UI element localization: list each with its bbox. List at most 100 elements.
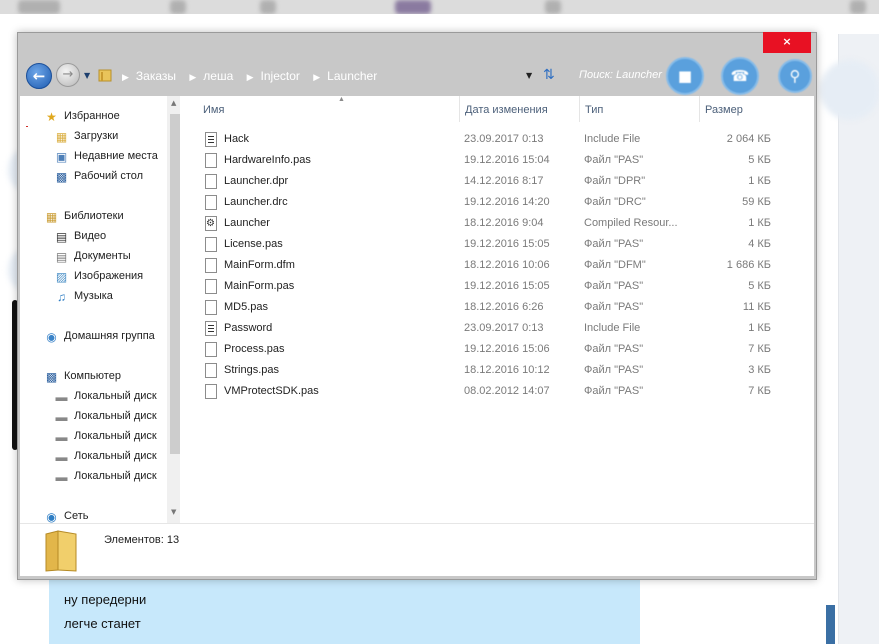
- scroll-up-arrow-icon[interactable]: ▲: [171, 99, 176, 107]
- breadcrumb-separator[interactable]: ▶: [122, 72, 129, 82]
- explorer-window: × ← → ▼ ▶ Заказы ▶ леша ▶ Injector ▶ Launche…: [17, 32, 817, 580]
- nav-item-label: Видео: [74, 230, 107, 242]
- explorer-navigation-bar: ← → ▼ ▶ Заказы ▶ леша ▶ Injector ▶ Launcher …: [18, 57, 816, 97]
- file-row[interactable]: Hack 23.09.2017 0:13 Include File 2 064 …: [183, 129, 783, 150]
- file-row[interactable]: HardwareInfo.pas 19.12.2016 15:04 Файл "…: [183, 150, 783, 171]
- nav-item-local-disk[interactable]: ▬ Локальный диск: [20, 388, 170, 406]
- scroll-down-arrow-icon[interactable]: ▼: [171, 508, 176, 516]
- file-type: Файл "PAS": [584, 238, 644, 250]
- nav-item-label: Локальный диск: [74, 410, 157, 422]
- file-name: Process.pas: [224, 343, 285, 355]
- breadcrumb-item[interactable]: леша: [203, 69, 233, 83]
- nav-item-homegroup[interactable]: ◉ Домашняя группа: [20, 328, 170, 346]
- file-row[interactable]: MainForm.dfm 18.12.2016 10:06 Файл "DFM"…: [183, 255, 783, 276]
- file-icon: [205, 363, 217, 378]
- drive-icon: ▬: [55, 390, 68, 404]
- downloads-folder-icon: ▦: [55, 130, 68, 144]
- scrollbar-thumb[interactable]: [170, 114, 180, 454]
- file-row[interactable]: Process.pas 19.12.2016 15:06 Файл "PAS" …: [183, 339, 783, 360]
- file-row[interactable]: License.pas 19.12.2016 15:05 Файл "PAS" …: [183, 234, 783, 255]
- chat-scrollbar[interactable]: [826, 605, 835, 644]
- window-close-button[interactable]: ×: [763, 32, 811, 53]
- folder-icon: [45, 530, 77, 572]
- file-size: 3 КБ: [748, 364, 771, 376]
- nav-item-video[interactable]: ▤ Видео: [20, 228, 170, 246]
- nav-item-libraries[interactable]: ▦ Библиотеки: [20, 208, 170, 226]
- forward-button[interactable]: →: [56, 63, 80, 87]
- search-icon[interactable]: ⚲: [778, 59, 812, 93]
- nav-item-local-disk[interactable]: ▬ Локальный диск: [20, 448, 170, 466]
- file-row[interactable]: VMProtectSDK.pas 08.02.2012 14:07 Файл "…: [183, 381, 783, 402]
- file-row[interactable]: Launcher 18.12.2016 9:04 Compiled Resour…: [183, 213, 783, 234]
- forward-arrow-icon: →: [62, 67, 74, 82]
- file-type: Файл "DRC": [584, 196, 646, 208]
- drive-icon: ▬: [55, 410, 68, 424]
- nav-item-pictures[interactable]: ▨ Изображения: [20, 268, 170, 286]
- refresh-icon[interactable]: ⇅: [543, 67, 555, 83]
- nav-item-desktop[interactable]: ▩ Рабочий стол: [20, 168, 170, 186]
- drive-icon: ▬: [55, 430, 68, 444]
- column-header-label: Размер: [705, 104, 743, 116]
- search-input[interactable]: Поиск: Launcher: [579, 69, 662, 81]
- pictures-icon: ▨: [55, 270, 68, 284]
- back-button[interactable]: ←: [26, 63, 52, 89]
- file-icon: [205, 384, 217, 399]
- details-pane: Элементов: 13: [20, 523, 814, 576]
- nav-item-label: Локальный диск: [74, 430, 157, 442]
- breadcrumb: ▶ Заказы ▶ леша ▶ Injector ▶ Launcher: [118, 69, 383, 83]
- file-row[interactable]: Password 23.09.2017 0:13 Include File 1 …: [183, 318, 783, 339]
- file-size: 1 КБ: [748, 322, 771, 334]
- file-type: Файл "PAS": [584, 280, 644, 292]
- phone-icon[interactable]: ☎: [721, 57, 759, 95]
- nav-item-network[interactable]: ◉ Сеть: [20, 508, 170, 523]
- background-decoration: [820, 60, 879, 120]
- nav-item-local-disk[interactable]: ▬ Локальный диск: [20, 428, 170, 446]
- file-name: HardwareInfo.pas: [224, 154, 311, 166]
- breadcrumb-separator[interactable]: ▶: [247, 72, 254, 82]
- nav-item-label: Локальный диск: [74, 470, 157, 482]
- column-header-size[interactable]: Размер: [699, 96, 779, 124]
- address-dropdown-button[interactable]: ▼: [526, 71, 532, 80]
- column-header-name[interactable]: Имя ▲: [197, 96, 459, 124]
- nav-item-label: Локальный диск: [74, 390, 157, 402]
- nav-item-label: Локальный диск: [74, 450, 157, 462]
- file-type: Файл "PAS": [584, 343, 644, 355]
- nav-item-label: Изображения: [74, 270, 144, 282]
- file-row[interactable]: MainForm.pas 19.12.2016 15:05 Файл "PAS"…: [183, 276, 783, 297]
- nav-item-computer[interactable]: ▩ Компьютер: [20, 368, 170, 386]
- drive-icon: ▬: [55, 470, 68, 484]
- breadcrumb-item[interactable]: Launcher: [327, 69, 377, 83]
- file-row[interactable]: Launcher.dpr 14.12.2016 8:17 Файл "DPR" …: [183, 171, 783, 192]
- column-header-type[interactable]: Тип: [579, 96, 699, 124]
- file-type: Файл "DFM": [584, 259, 646, 271]
- file-row[interactable]: Strings.pas 18.12.2016 10:12 Файл "PAS" …: [183, 360, 783, 381]
- nav-item-label: Документы: [74, 250, 131, 262]
- file-row[interactable]: MD5.pas 18.12.2016 6:26 Файл "PAS" 11 КБ: [183, 297, 783, 318]
- file-row[interactable]: Launcher.drc 19.12.2016 14:20 Файл "DRC"…: [183, 192, 783, 213]
- video-call-icon[interactable]: ■: [666, 57, 704, 95]
- column-header-date[interactable]: Дата изменения: [459, 96, 579, 124]
- nav-item-recent-places[interactable]: ▣ Недавние места: [20, 148, 170, 166]
- file-size: 1 686 КБ: [726, 259, 771, 271]
- file-size: 1 КБ: [748, 217, 771, 229]
- nav-item-downloads[interactable]: ▦ Загрузки: [20, 128, 170, 146]
- file-name: Launcher.dpr: [224, 175, 289, 187]
- nav-item-music[interactable]: ♫ Музыка: [20, 288, 170, 306]
- nav-item-documents[interactable]: ▤ Документы: [20, 248, 170, 266]
- breadcrumb-item[interactable]: Заказы: [136, 69, 176, 83]
- breadcrumb-separator[interactable]: ▶: [313, 72, 320, 82]
- nav-item-local-disk[interactable]: ▬ Локальный диск: [20, 408, 170, 426]
- file-type: Include File: [584, 322, 641, 334]
- file-name: VMProtectSDK.pas: [224, 385, 319, 397]
- navigation-pane-scrollbar[interactable]: ▲ ▼: [167, 96, 180, 523]
- recent-locations-dropdown[interactable]: ▼: [84, 71, 90, 80]
- file-date: 18.12.2016 9:04: [464, 217, 544, 229]
- nav-item-favorites[interactable]: ★ Избранное: [20, 108, 170, 126]
- file-name: MD5.pas: [224, 301, 269, 313]
- nav-item-local-disk[interactable]: ▬ Локальный диск: [20, 468, 170, 486]
- breadcrumb-separator[interactable]: ▶: [189, 72, 196, 82]
- breadcrumb-item[interactable]: Injector: [261, 69, 300, 83]
- video-icon: ▤: [55, 230, 68, 244]
- sort-ascending-icon: ▲: [338, 96, 345, 103]
- browser-top-strip: [0, 0, 879, 14]
